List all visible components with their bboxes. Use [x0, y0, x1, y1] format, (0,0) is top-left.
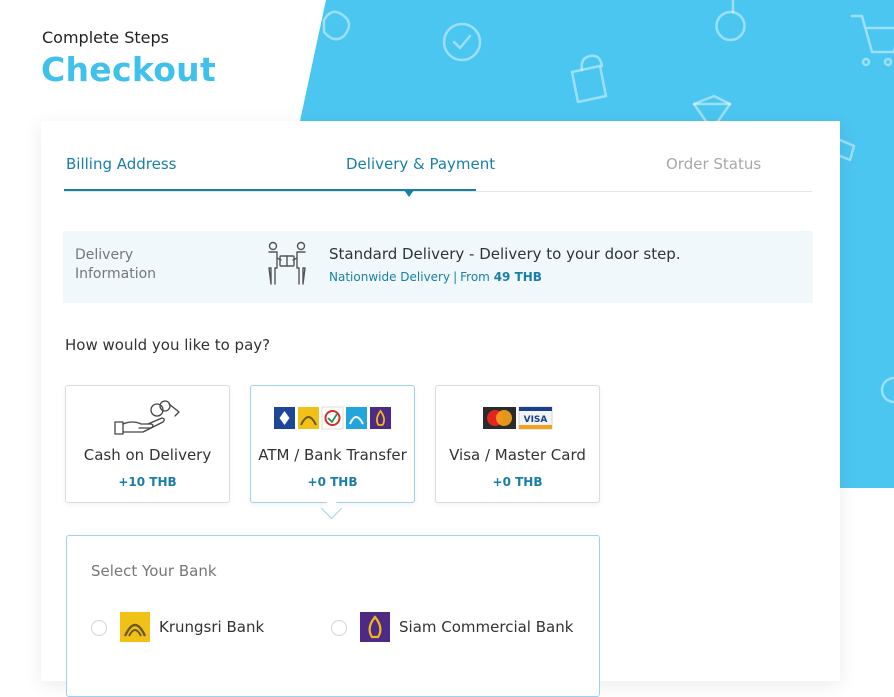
delivery-info-panel: Delivery Information Standard Delivery -… — [63, 231, 813, 303]
payment-option-bank-transfer[interactable]: ATM / Bank Transfer +0 THB — [250, 385, 415, 520]
page-title: Checkout — [41, 50, 217, 89]
payment-option-card[interactable]: VISA Visa / Master Card +0 THB — [435, 385, 600, 503]
bank-logos-icon — [273, 406, 391, 430]
krungsri-logo-icon — [120, 612, 150, 642]
payment-option-cash-label: Cash on Delivery — [83, 446, 212, 464]
step-delivery-payment[interactable]: Delivery & Payment — [346, 155, 495, 173]
payment-option-cash[interactable]: Cash on Delivery +10 THB — [65, 385, 230, 503]
checkout-card: Billing Address Delivery & Payment Order… — [41, 121, 840, 697]
delivery-from-label: From — [460, 270, 490, 284]
delivery-label: Delivery Information — [75, 247, 157, 282]
delivery-subtitle: Nationwide Delivery | From 49 THB — [329, 270, 542, 284]
step-billing-address[interactable]: Billing Address — [66, 155, 177, 173]
delivery-scope: Nationwide Delivery — [329, 270, 451, 284]
payment-option-bank-label: ATM / Bank Transfer — [258, 446, 407, 464]
bank-radio-krungsri[interactable] — [91, 620, 107, 636]
scb-logo-icon — [360, 612, 390, 642]
steps-progress-bar — [64, 189, 476, 191]
page-subtitle: Complete Steps — [42, 28, 169, 47]
bank-name-krungsri: Krungsri Bank — [159, 618, 265, 636]
bank-radio-scb[interactable] — [331, 620, 347, 636]
bank-select-panel: Select Your Bank Krungsri Bank Siam Comm… — [66, 535, 600, 697]
delivery-handover-icon — [268, 241, 306, 285]
payment-option-cash-price: +10 THB — [118, 475, 177, 489]
payment-option-card-price: +0 THB — [492, 475, 543, 489]
svg-text:VISA: VISA — [523, 415, 547, 425]
cash-hand-icon — [113, 400, 180, 435]
selected-option-pointer — [320, 497, 343, 520]
delivery-separator: | — [453, 270, 458, 284]
step-order-status[interactable]: Order Status — [666, 155, 761, 173]
active-step-caret-icon — [404, 190, 414, 197]
bank-name-scb: Siam Commercial Bank — [399, 618, 574, 636]
payment-question: How would you like to pay? — [65, 336, 271, 354]
checkout-steps: Billing Address Delivery & Payment Order… — [64, 121, 812, 197]
payment-option-card-label: Visa / Master Card — [449, 446, 586, 464]
payment-option-cash-icon-wrap — [66, 400, 229, 436]
card-logos-icon: VISA — [482, 406, 552, 430]
bank-select-title: Select Your Bank — [91, 562, 217, 580]
payment-option-bank-icon-wrap — [251, 400, 414, 436]
payment-option-card-icon-wrap: VISA — [436, 400, 599, 436]
delivery-title: Standard Delivery - Delivery to your doo… — [329, 245, 681, 263]
payment-option-bank-price: +0 THB — [307, 475, 358, 489]
delivery-price: 49 THB — [493, 270, 542, 284]
